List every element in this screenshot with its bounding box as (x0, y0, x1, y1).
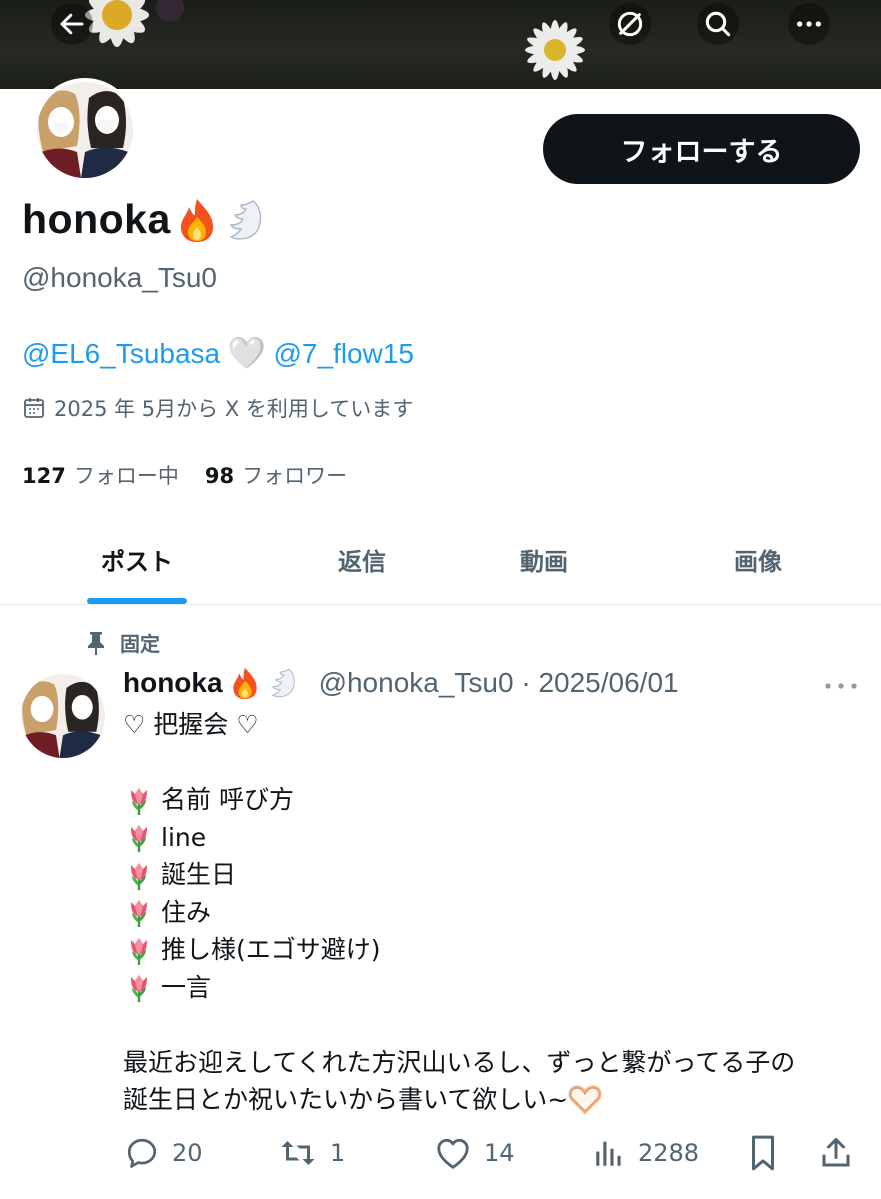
repost-icon (281, 1141, 315, 1165)
post-line-text: line (161, 822, 207, 852)
like-button[interactable]: 14 (434, 1130, 515, 1176)
repost-button[interactable]: 1 (278, 1130, 345, 1176)
share-icon (822, 1138, 850, 1167)
post-line-text: 誕生日とか祝いたいから書いて欲しい~ (123, 1085, 569, 1114)
heart-hands-emoji (568, 1085, 602, 1115)
back-button[interactable] (51, 3, 93, 45)
views-count: 2288 (638, 1139, 700, 1167)
post-header: honoka @honoka_Tsu0 · 2025/06/01 (123, 666, 679, 700)
follow-button[interactable]: フォローする (543, 114, 860, 184)
joined-text: 2025 年 5月から X を利用しています (54, 397, 414, 421)
post-actions: 20 1 14 2288 (0, 1130, 881, 1176)
joined-date: 2025 年 5月から X を利用しています (22, 393, 413, 423)
banner-flower (525, 20, 585, 80)
profile-name-row: honoka (22, 196, 267, 243)
followers-label: フォロワー (242, 464, 348, 488)
profile-bio: @EL6_Tsubasa 🤍 @7_flow15 (22, 336, 414, 371)
reply-count: 20 (172, 1139, 203, 1167)
follow-stats: 127 フォロー中 98 フォロワー (22, 460, 347, 490)
wing-emoji (229, 199, 261, 240)
post-author-name[interactable]: honoka (123, 667, 223, 699)
profile-banner (0, 0, 881, 89)
reply-button[interactable]: 20 (124, 1130, 203, 1176)
followers-link[interactable]: 98 フォロワー (205, 460, 347, 490)
arrow-left-icon (60, 13, 84, 35)
post-line (123, 744, 868, 782)
tab-posts[interactable]: ポスト (60, 515, 214, 604)
profile-handle: @honoka_Tsu0 (22, 262, 218, 293)
tulip-emoji (131, 975, 147, 1003)
avatar-image (37, 82, 133, 178)
active-tab-indicator (87, 598, 187, 604)
repost-count: 1 (330, 1139, 346, 1167)
views-button[interactable]: 2288 (592, 1130, 699, 1176)
tulip-emoji (131, 825, 147, 853)
post-body: ♡ 把握会 ♡ 名前 呼び方 line 誕生日住み推し様(エゴサ避け) 一言最近お迎えし… (123, 706, 868, 1119)
white-heart-emoji: 🤍 (228, 337, 266, 370)
calendar-icon (24, 398, 44, 418)
tab-replies[interactable]: 返信 (296, 515, 428, 604)
post-line-text: 誕生日 (161, 860, 237, 889)
post-line: 推し様(エゴサ避け) (123, 931, 868, 969)
fire-emoji (232, 667, 257, 699)
pin-icon (88, 631, 104, 655)
reply-icon (127, 1138, 157, 1168)
post-line-text: 最近お迎えしてくれた方沢山いるし、ずっと繋がってる子の (123, 1047, 796, 1077)
post-line: 住み (123, 894, 868, 932)
bookmark-button[interactable] (746, 1130, 780, 1176)
post-meta: @honoka_Tsu0 · 2025/06/01 (318, 667, 679, 698)
search-button[interactable] (697, 3, 739, 45)
tulip-emoji (131, 787, 147, 815)
banner-flower (156, 0, 184, 22)
views-chart-icon (596, 1141, 621, 1166)
post-line-text: 一言 (161, 972, 212, 1002)
post-line-text: 推し様(エゴサ避け) (161, 935, 381, 964)
share-button[interactable] (818, 1130, 854, 1176)
followers-count: 98 (204, 464, 235, 488)
display-name: honoka (22, 196, 171, 242)
post-line: 誕生日とか祝いたいから書いて欲しい~ (123, 1081, 868, 1119)
tulip-emoji (131, 937, 147, 965)
post-avatar[interactable] (21, 674, 105, 758)
post-line: 誕生日 (123, 856, 868, 894)
like-count: 14 (484, 1139, 515, 1167)
bio-mention-1[interactable]: @EL6_Tsubasa (22, 338, 220, 370)
avatar-image (21, 674, 105, 758)
tab-images[interactable]: 画像 (692, 515, 824, 604)
bookmark-icon (751, 1135, 775, 1171)
more-horizontal-icon (797, 21, 821, 27)
post-more-icon[interactable] (822, 676, 860, 696)
search-icon (705, 11, 731, 37)
post-line: 最近お迎えしてくれた方沢山いるし、ずっと繋がってる子の (123, 1044, 868, 1082)
mute-button[interactable] (609, 3, 651, 45)
following-link[interactable]: 127 フォロー中 (22, 460, 179, 490)
tulip-emoji (131, 900, 147, 928)
tab-videos[interactable]: 動画 (478, 515, 610, 604)
eye-slash-icon (617, 11, 643, 37)
pinned-indicator: 固定 (86, 628, 160, 657)
following-label: フォロー中 (73, 464, 179, 488)
post-line-text: ♡ 把握会 ♡ (123, 710, 259, 739)
post-line: 一言 (123, 969, 868, 1007)
post-line: ♡ 把握会 ♡ (123, 706, 868, 744)
post-line: line (123, 819, 868, 857)
tulip-emoji (131, 862, 147, 890)
heart-icon (437, 1138, 469, 1169)
following-count: 127 (22, 464, 66, 488)
post-line-text: 住み (161, 897, 212, 927)
profile-tabs: ポスト 返信 動画 画像 (0, 515, 881, 605)
profile-avatar[interactable] (33, 78, 137, 182)
post-line (123, 1006, 868, 1044)
pinned-label: 固定 (120, 632, 160, 656)
more-button[interactable] (788, 3, 830, 45)
wing-emoji (271, 668, 295, 698)
post-line-text: 名前 呼び方 (161, 785, 294, 814)
fire-emoji (180, 198, 213, 242)
post-line: 名前 呼び方 (123, 781, 868, 819)
bio-mention-2[interactable]: @7_flow15 (273, 338, 414, 370)
